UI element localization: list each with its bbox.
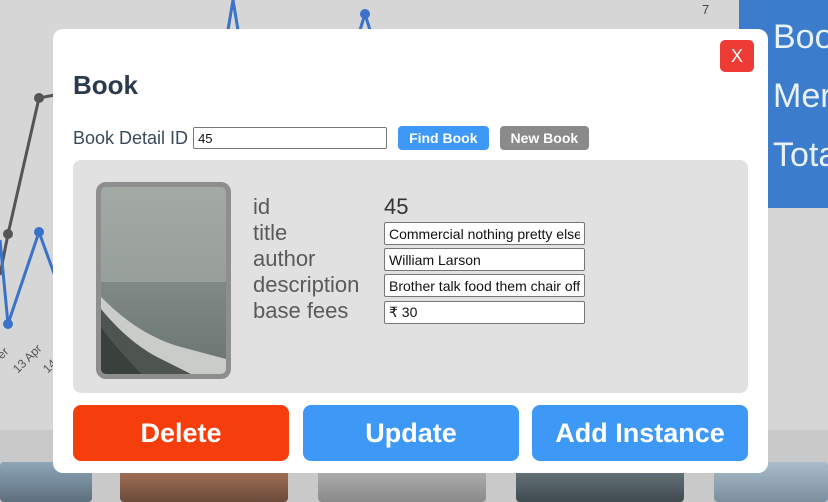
background-stat-label: Tota	[773, 136, 828, 174]
update-button[interactable]: Update	[303, 405, 519, 461]
modal-title: Book	[73, 70, 138, 100]
author-input[interactable]	[384, 248, 585, 271]
close-button[interactable]: X	[720, 40, 754, 72]
description-input[interactable]	[384, 274, 585, 297]
book-detail-panel: id title author description base fees 45	[73, 160, 748, 393]
background-corner-number: 7	[702, 2, 710, 17]
book-detail-id-input[interactable]	[193, 127, 388, 149]
book-modal: X Book Book Detail ID Find Book New Book	[53, 29, 768, 473]
book-search-row: Book Detail ID Find Book New Book	[73, 125, 590, 151]
title-label: title	[253, 220, 288, 245]
base-fees-label: base fees	[253, 298, 349, 323]
book-detail-id-label: Book Detail ID	[73, 127, 189, 148]
book-cover-image	[96, 182, 231, 379]
base-fees-input[interactable]	[384, 301, 585, 324]
title-input[interactable]	[384, 222, 585, 245]
id-label: id	[253, 194, 271, 219]
author-label: author	[253, 246, 316, 271]
add-instance-button[interactable]: Add Instance	[532, 405, 748, 461]
find-book-button[interactable]: Find Book	[398, 126, 489, 150]
id-value: 45	[384, 194, 409, 219]
new-book-button[interactable]: New Book	[499, 126, 590, 150]
description-label: description	[253, 272, 360, 297]
background-stat-label: Boo	[773, 18, 828, 56]
delete-button[interactable]: Delete	[73, 405, 289, 461]
background-stat-label: Mer	[773, 77, 828, 115]
